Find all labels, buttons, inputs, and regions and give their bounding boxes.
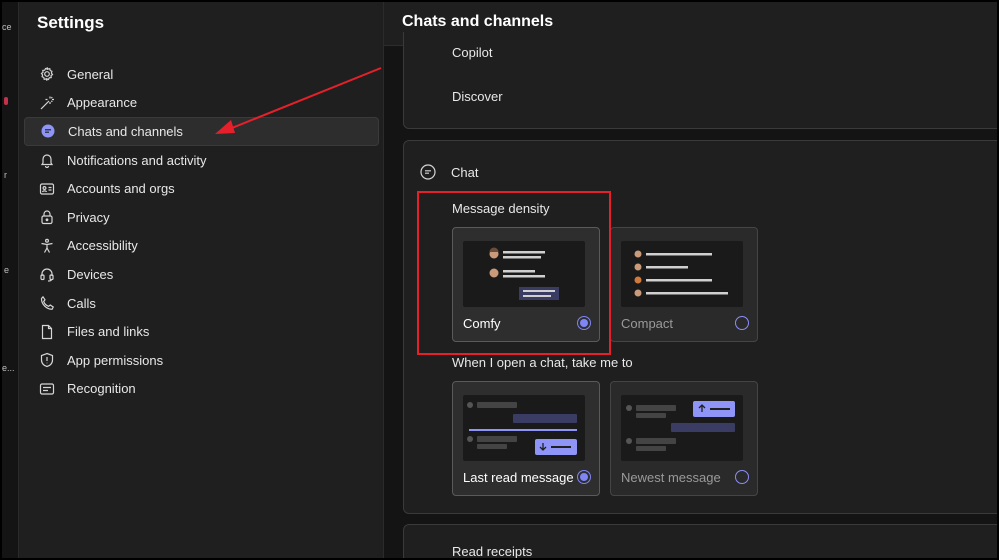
- phone-icon: [38, 294, 56, 312]
- nav-label: Calls: [67, 295, 96, 311]
- bell-icon: [38, 151, 56, 169]
- headset-icon: [38, 265, 56, 283]
- nav-item-devices[interactable]: Devices: [24, 260, 379, 289]
- radio-selected[interactable]: [577, 470, 591, 484]
- message-density-label: Message density: [452, 201, 550, 216]
- nav-label: General: [67, 66, 114, 82]
- app-window: ce r e e... Settings General Appearance: [0, 0, 999, 560]
- density-option-comfy[interactable]: Comfy: [452, 227, 600, 342]
- settings-title: Settings: [37, 13, 105, 32]
- nav-item-accessibility[interactable]: Accessibility: [24, 232, 379, 261]
- nav-label: Appearance: [67, 95, 138, 111]
- radio-selected[interactable]: [577, 316, 591, 330]
- nav-item-notifications[interactable]: Notifications and activity: [24, 146, 379, 175]
- rail-notification-dot: [4, 97, 8, 105]
- settings-panel: Settings General Appearance Chats and ch…: [19, 2, 383, 558]
- nav-item-appearance[interactable]: Appearance: [24, 89, 379, 118]
- accessibility-icon: [38, 237, 56, 255]
- chat-section-header: Chat: [419, 163, 478, 181]
- option-label: Compact: [621, 315, 674, 331]
- top-settings-card: Copilot Discover: [403, 32, 997, 129]
- last-read-preview: [463, 395, 585, 461]
- nav-label: Files and links: [67, 324, 150, 340]
- nav-label: Devices: [67, 266, 114, 282]
- chat-settings-card: Chat Message density Comfy Compact When …: [403, 140, 997, 514]
- lock-icon: [38, 208, 56, 226]
- density-option-compact[interactable]: Compact: [610, 227, 758, 342]
- nav-label: App permissions: [67, 352, 164, 368]
- radio-unselected[interactable]: [735, 316, 749, 330]
- file-icon: [38, 323, 56, 341]
- copilot-setting[interactable]: Copilot: [452, 45, 492, 60]
- main-panel: Chats and channels Copilot Discover Chat…: [383, 2, 997, 559]
- open-option-newest[interactable]: Newest message: [610, 381, 758, 496]
- nav-label: Privacy: [67, 209, 110, 225]
- comfy-preview: [463, 241, 585, 307]
- app-rail: ce r e e...: [2, 2, 19, 558]
- nav-item-privacy[interactable]: Privacy: [24, 203, 379, 232]
- rail-text-fragment: e: [4, 265, 10, 275]
- read-receipts-label: Read receipts: [452, 544, 533, 559]
- nav-label: Chats and channels: [68, 123, 183, 139]
- nav-label: Accounts and orgs: [67, 181, 175, 197]
- id-card-icon: [38, 180, 56, 198]
- badge-icon: [38, 380, 56, 398]
- option-label: Comfy: [463, 315, 501, 331]
- nav-item-app-permissions[interactable]: App permissions: [24, 346, 379, 375]
- chat-icon: [420, 164, 436, 180]
- read-receipts-card: Read receipts: [403, 524, 997, 559]
- nav-label: Notifications and activity: [67, 152, 207, 168]
- shield-icon: [38, 351, 56, 369]
- magic-wand-icon: [38, 94, 56, 112]
- open-chat-label: When I open a chat, take me to: [452, 355, 633, 370]
- nav-item-calls[interactable]: Calls: [24, 289, 379, 318]
- nav-item-general[interactable]: General: [24, 60, 379, 89]
- nav-item-files-and-links[interactable]: Files and links: [24, 317, 379, 346]
- radio-unselected[interactable]: [735, 470, 749, 484]
- discover-setting[interactable]: Discover: [452, 89, 503, 104]
- rail-text-fragment: ce: [2, 22, 12, 32]
- settings-nav: General Appearance Chats and channels No…: [24, 60, 379, 403]
- newest-preview: [621, 395, 743, 461]
- option-label: Last read message: [463, 469, 574, 485]
- gear-icon: [38, 65, 56, 83]
- nav-item-chats-and-channels[interactable]: Chats and channels: [24, 117, 379, 146]
- compact-preview: [621, 241, 743, 307]
- nav-label: Recognition: [67, 381, 136, 397]
- nav-label: Accessibility: [67, 238, 138, 254]
- page-title: Chats and channels: [402, 13, 554, 30]
- rail-text-fragment: e...: [2, 363, 15, 373]
- chat-bubble-icon: [39, 122, 57, 140]
- nav-item-accounts[interactable]: Accounts and orgs: [24, 174, 379, 203]
- rail-text-fragment: r: [4, 170, 7, 180]
- chat-section-title: Chat: [451, 164, 479, 180]
- option-label: Newest message: [621, 469, 721, 485]
- open-option-last-read[interactable]: Last read message: [452, 381, 600, 496]
- nav-item-recognition[interactable]: Recognition: [24, 375, 379, 404]
